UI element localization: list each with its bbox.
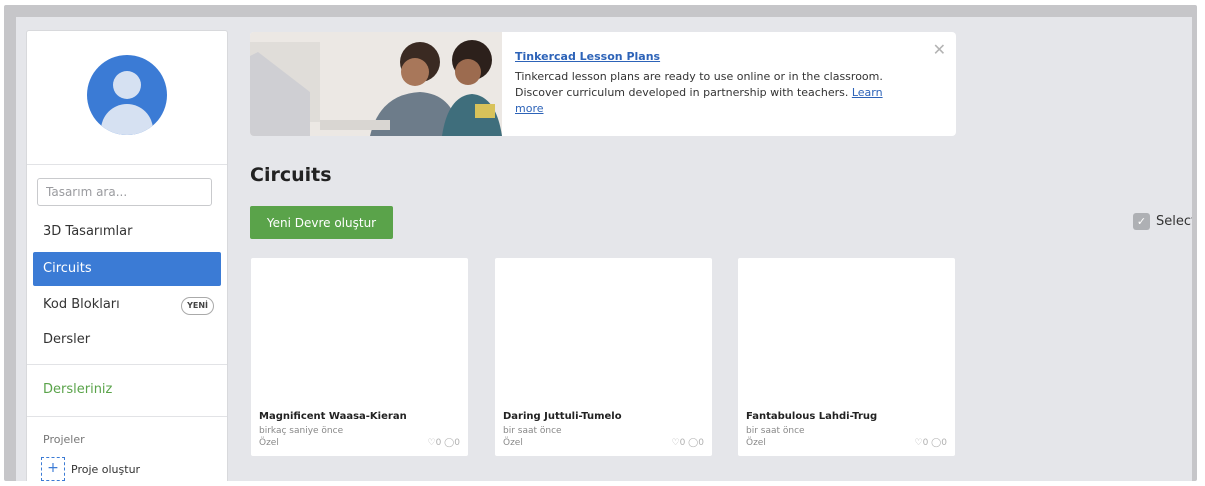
card-stats: ♡0 ◯0 (427, 438, 460, 448)
create-project-label: Proje oluştur (71, 462, 141, 476)
avatar-body-icon (101, 104, 153, 135)
close-icon[interactable]: ✕ (933, 40, 946, 59)
app-content: 3D Tasarımlar Circuits Kod Blokları YENİ… (16, 17, 1192, 481)
card-visibility: Özel (259, 438, 279, 448)
create-project-button[interactable]: + Proje oluştur (41, 455, 140, 481)
projects-title: Projeler (43, 433, 85, 446)
divider (27, 364, 227, 365)
banner-image (250, 32, 502, 136)
card-visibility: Özel (503, 438, 523, 448)
sidebar-item-3d-designs[interactable]: 3D Tasarımlar (33, 215, 221, 249)
card-visibility: Özel (746, 438, 766, 448)
sidebar-item-label: Kod Blokları (43, 297, 120, 312)
card-title: Magnificent Waasa-Kieran (259, 411, 407, 422)
select-label: Select (1156, 214, 1192, 229)
design-card[interactable]: Daring Juttuli-Tumelo bir saat önce Özel… (495, 258, 712, 456)
card-time: birkaç saniye önce (259, 426, 344, 436)
sidebar-item-label: 3D Tasarımlar (43, 224, 133, 239)
sidebar-item-label: Circuits (43, 261, 92, 276)
banner-title-link[interactable]: Tinkercad Lesson Plans (515, 50, 660, 63)
card-stats: ♡0 ◯0 (914, 438, 947, 448)
avatar-head-icon (113, 71, 141, 99)
sidebar-item-lessons[interactable]: Dersler (33, 323, 221, 357)
select-toggle[interactable]: ✓ Select (1133, 213, 1192, 230)
lesson-plans-banner: Tinkercad Lesson Plans Tinkercad lesson … (250, 32, 956, 136)
banner-text: Tinkercad lesson plans are ready to use … (515, 69, 895, 117)
design-card[interactable]: Magnificent Waasa-Kieran birkaç saniye ö… (251, 258, 468, 456)
card-title: Fantabulous Lahdi-Trug (746, 411, 878, 422)
card-time: bir saat önce (746, 426, 805, 436)
new-badge: YENİ (181, 297, 214, 315)
search-input[interactable] (37, 178, 212, 206)
profile-section (27, 31, 227, 165)
plus-icon: + (41, 457, 65, 481)
new-circuit-button[interactable]: Yeni Devre oluştur (250, 206, 393, 239)
design-card[interactable]: Fantabulous Lahdi-Trug bir saat önce Öze… (738, 258, 955, 456)
card-stats: ♡0 ◯0 (671, 438, 704, 448)
window-frame: 3D Tasarımlar Circuits Kod Blokları YENİ… (4, 5, 1197, 481)
banner-illustration (250, 32, 502, 136)
checkbox-icon[interactable]: ✓ (1133, 213, 1150, 230)
avatar[interactable] (87, 55, 167, 135)
your-lessons-link[interactable]: Dersleriniz (43, 382, 112, 397)
page-title: Circuits (250, 164, 332, 186)
sidebar-item-codeblocks[interactable]: Kod Blokları YENİ (33, 288, 221, 322)
card-time: bir saat önce (503, 426, 562, 436)
banner-description: Tinkercad lesson plans are ready to use … (515, 70, 883, 99)
sidebar: 3D Tasarımlar Circuits Kod Blokları YENİ… (26, 30, 228, 481)
card-title: Daring Juttuli-Tumelo (503, 411, 622, 422)
sidebar-item-label: Dersler (43, 332, 91, 347)
sidebar-item-circuits[interactable]: Circuits (33, 252, 221, 286)
divider (27, 416, 227, 417)
